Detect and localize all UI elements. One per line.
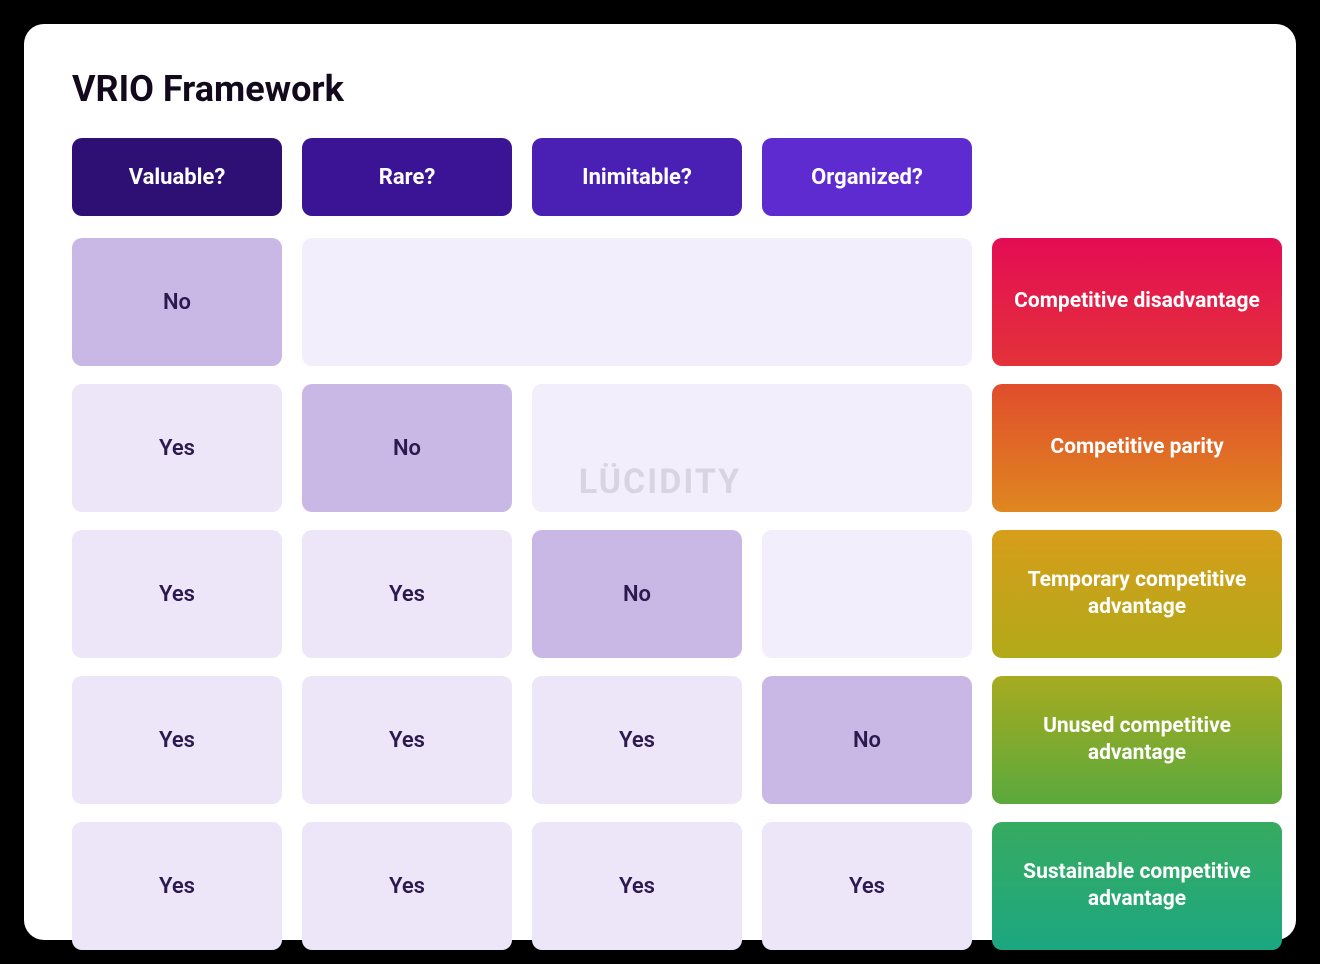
yes-cell: Yes bbox=[72, 676, 282, 804]
blank-cell bbox=[762, 530, 972, 658]
header-inimitable: Inimitable? bbox=[532, 138, 742, 216]
outcome-cell: Competitive disadvantage bbox=[992, 238, 1282, 366]
outcome-cell: Competitive parity bbox=[992, 384, 1282, 512]
outcome-cell: Temporary competitive advantage bbox=[992, 530, 1282, 658]
vrio-grid: NoCompetitive disadvantageYesNoCompetiti… bbox=[72, 238, 1248, 950]
blank-cell bbox=[532, 384, 972, 512]
yes-cell: Yes bbox=[302, 530, 512, 658]
header-organized: Organized? bbox=[762, 138, 972, 216]
no-cell: No bbox=[532, 530, 742, 658]
header-row: Valuable? Rare? Inimitable? Organized? bbox=[72, 138, 1248, 216]
framework-card: VRIO Framework Valuable? Rare? Inimitabl… bbox=[24, 24, 1296, 940]
yes-cell: Yes bbox=[532, 822, 742, 950]
yes-cell: Yes bbox=[762, 822, 972, 950]
outcome-cell: Unused competitive advantage bbox=[992, 676, 1282, 804]
outcome-cell: Sustainable competitive advantage bbox=[992, 822, 1282, 950]
yes-cell: Yes bbox=[72, 530, 282, 658]
blank-cell bbox=[302, 238, 972, 366]
page-title: VRIO Framework bbox=[72, 68, 1248, 110]
yes-cell: Yes bbox=[302, 822, 512, 950]
yes-cell: Yes bbox=[532, 676, 742, 804]
no-cell: No bbox=[72, 238, 282, 366]
yes-cell: Yes bbox=[302, 676, 512, 804]
header-valuable: Valuable? bbox=[72, 138, 282, 216]
no-cell: No bbox=[302, 384, 512, 512]
yes-cell: Yes bbox=[72, 384, 282, 512]
yes-cell: Yes bbox=[72, 822, 282, 950]
header-rare: Rare? bbox=[302, 138, 512, 216]
no-cell: No bbox=[762, 676, 972, 804]
